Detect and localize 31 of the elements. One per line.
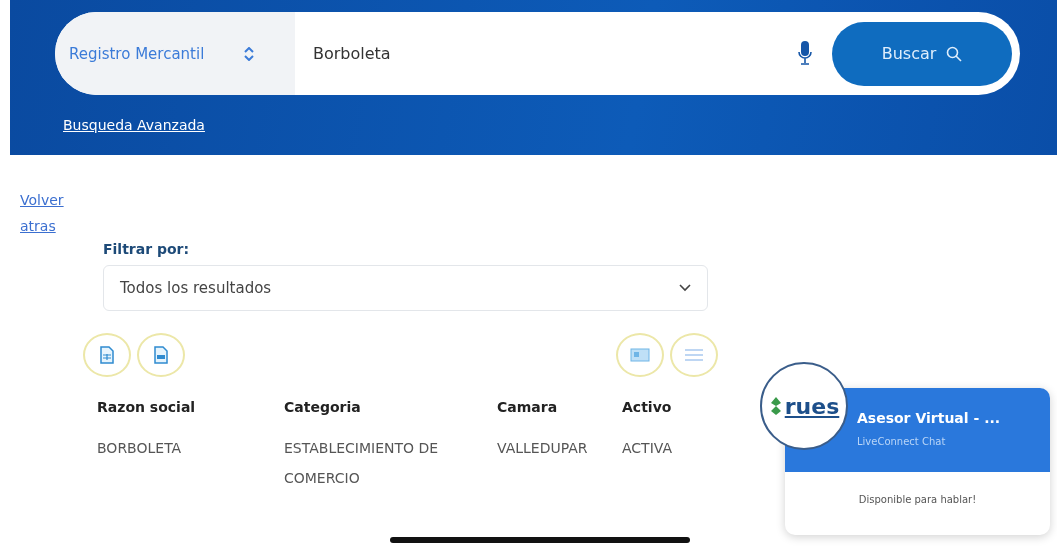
sort-icon — [244, 46, 255, 61]
column-header: Activo — [622, 399, 673, 417]
table-cell-text: VALLEDUPAR — [497, 439, 589, 458]
column-header: Razon social — [97, 399, 197, 417]
table-cell-text: ESTABLECIMIENTO DE COMERCIO — [284, 439, 440, 488]
chat-status: Disponible para hablar! — [857, 493, 978, 505]
search-field[interactable]: Borboleta — [295, 44, 798, 63]
search-button[interactable]: Buscar — [832, 21, 1012, 86]
filter-label: Filtrar por: — [103, 241, 191, 257]
filter-select[interactable]: Todos los resultados — [103, 265, 708, 311]
advanced-search-link[interactable]: Busqueda Avanzada — [63, 117, 205, 133]
logo-text: rues — [784, 393, 840, 419]
registry-select[interactable]: Registro Mercantil — [55, 12, 295, 95]
microphone-icon[interactable] — [798, 40, 812, 67]
spreadsheet-file-icon — [99, 346, 115, 364]
spreadsheet-export-button[interactable] — [83, 333, 131, 377]
chat-subtitle: LiveConnect Chat — [857, 436, 947, 447]
view-toggle-button[interactable] — [616, 333, 664, 377]
chat-title: Asesor Virtual - ... — [857, 410, 1002, 426]
table-cell-text: ACTIVA — [622, 439, 674, 458]
table-cell-text: BORBOLETA — [97, 439, 183, 458]
search-icon — [946, 45, 963, 62]
list-view-icon — [684, 348, 704, 362]
view-toggle-button[interactable] — [670, 333, 718, 377]
column-header: Categoria — [284, 399, 362, 417]
card-view-icon — [630, 348, 650, 362]
back-link[interactable]: Volver atras — [20, 187, 80, 493]
text-file-icon — [153, 346, 169, 364]
chevron-down-icon — [679, 284, 691, 292]
text-export-button[interactable] — [137, 333, 185, 377]
column-header: Camara — [497, 399, 559, 417]
